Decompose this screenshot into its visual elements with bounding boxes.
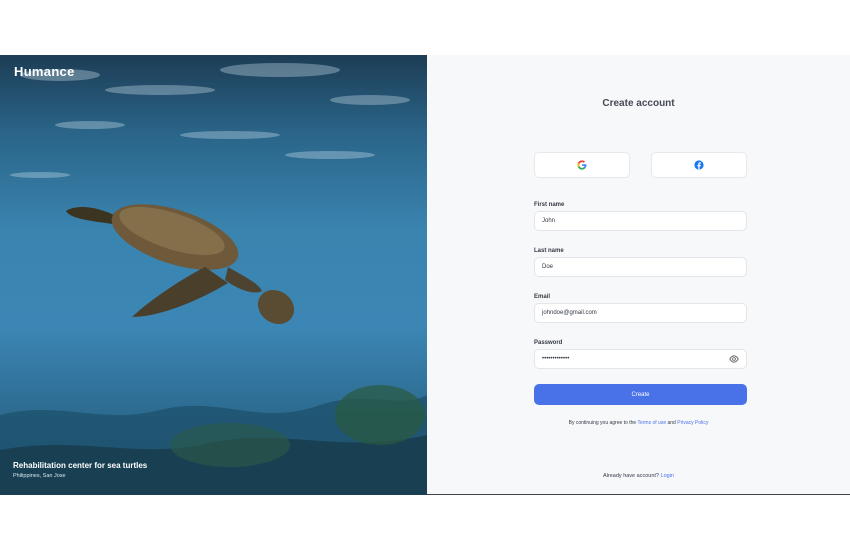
last-name-label: Last name [534, 248, 564, 254]
google-signup-button[interactable] [534, 152, 630, 178]
terms-of-use-link[interactable]: Terms of use [637, 420, 666, 426]
first-name-label: First name [534, 202, 565, 208]
eye-icon[interactable] [729, 355, 739, 363]
password-value: ••••••••••••• [542, 356, 570, 362]
login-prompt-text: Already have account? [603, 473, 659, 479]
signup-panel: Create account First name John Last name… [427, 55, 850, 495]
brand-logo: Humance [14, 64, 75, 79]
terms-notice: By continuing you agree to the Terms of … [427, 420, 850, 426]
first-name-field[interactable]: John [534, 211, 747, 231]
page-title: Create account [602, 98, 675, 109]
facebook-signup-button[interactable] [651, 152, 747, 178]
facebook-icon [694, 160, 704, 170]
terms-and: and [667, 420, 676, 426]
sea-turtle-image [0, 63, 427, 495]
image-caption-subtitle: Philippines, San Jose [13, 473, 66, 479]
terms-prefix: By continuing you agree to the [568, 420, 637, 426]
privacy-policy-link[interactable]: Privacy Policy [677, 420, 708, 426]
login-link[interactable]: Login [661, 473, 674, 479]
login-prompt: Already have account? Login [427, 473, 850, 479]
email-label: Email [534, 294, 551, 300]
google-icon [577, 160, 587, 170]
email-field[interactable]: johndoe@gmail.com [534, 303, 747, 323]
password-label: Password [534, 340, 563, 346]
password-field[interactable]: ••••••••••••• [534, 349, 747, 369]
last-name-field[interactable]: Doe [534, 257, 747, 277]
hero-panel: Humance Rehabilitation center for sea tu… [0, 55, 427, 495]
image-caption-title: Rehabilitation center for sea turtles [13, 461, 148, 470]
app-frame: Humance Rehabilitation center for sea tu… [0, 55, 850, 495]
create-button[interactable]: Create [534, 384, 747, 405]
